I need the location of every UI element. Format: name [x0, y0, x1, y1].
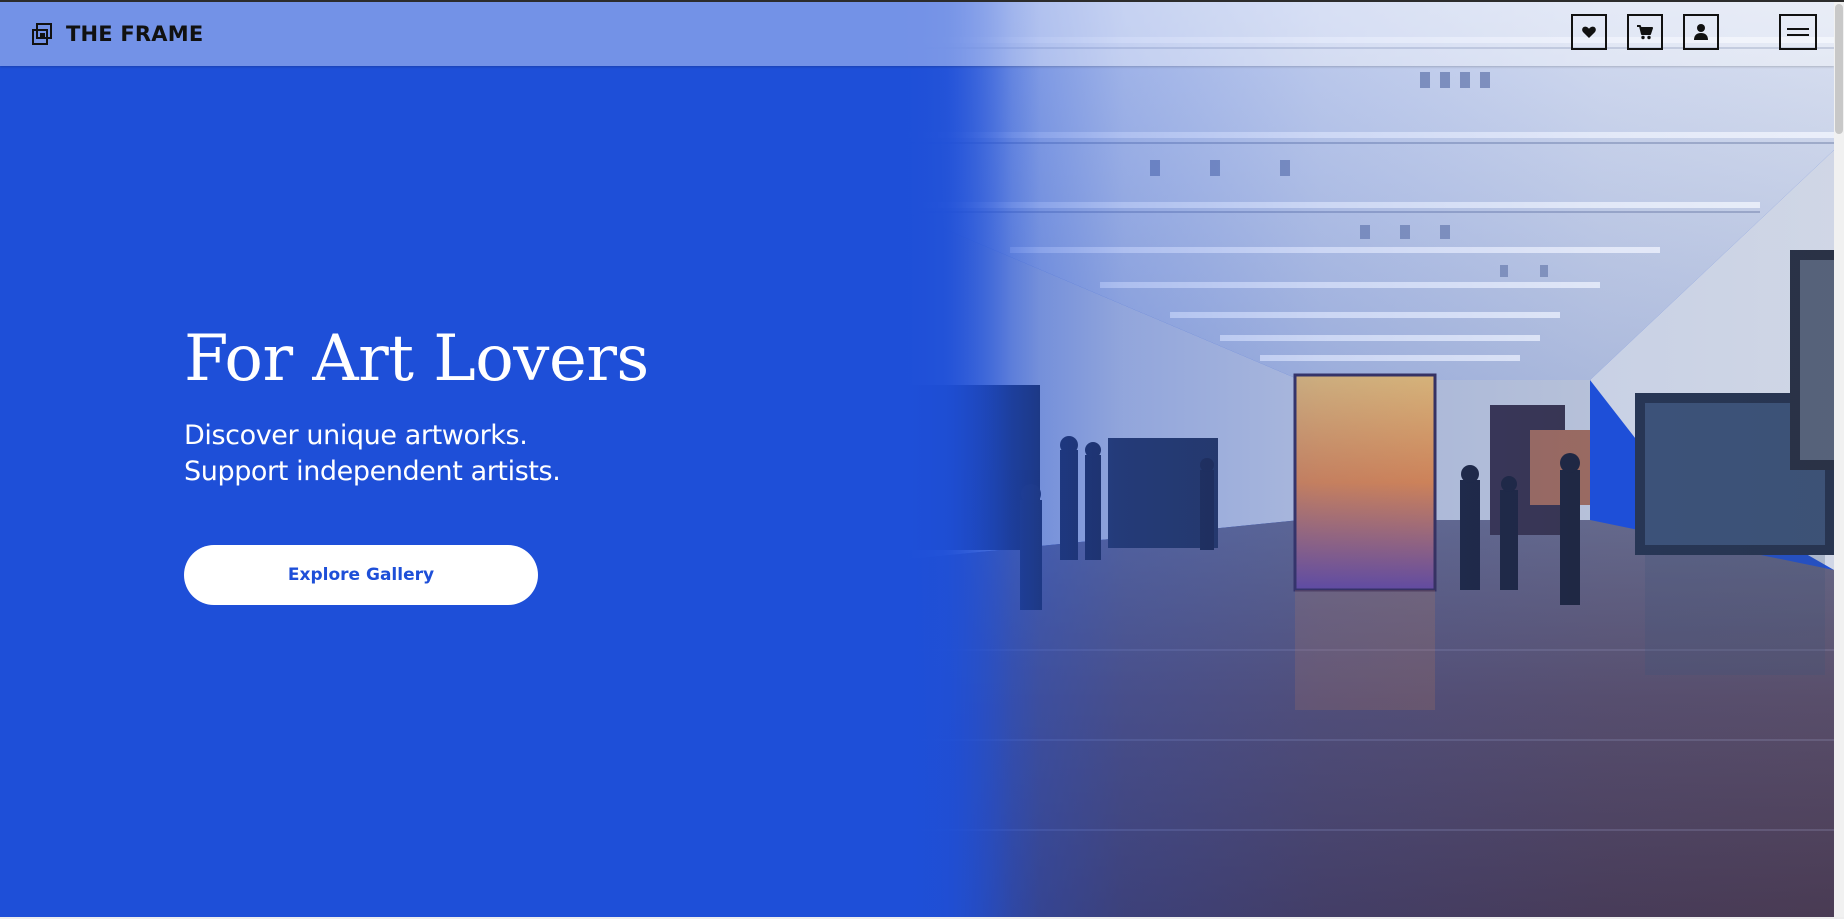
- hamburger-menu-icon: [1787, 26, 1809, 38]
- hero-section: For Art Lovers Discover unique artworks.…: [0, 0, 1834, 917]
- hero-subtitle-line-2: Support independent artists.: [184, 456, 561, 487]
- account-button[interactable]: [1683, 14, 1719, 50]
- gallery-photo: [900, 0, 1834, 917]
- site-header: THE FRAME: [0, 2, 1834, 66]
- menu-button[interactable]: [1779, 14, 1817, 50]
- photo-blue-tint: [900, 0, 1834, 917]
- hero-subtitle-line-1: Discover unique artworks.: [184, 420, 528, 451]
- cart-button[interactable]: [1627, 14, 1663, 50]
- explore-gallery-button[interactable]: Explore Gallery: [184, 545, 538, 605]
- hero-copy: For Art Lovers Discover unique artworks.…: [184, 318, 884, 490]
- frame-logo-icon: [30, 21, 56, 47]
- page-viewport: For Art Lovers Discover unique artworks.…: [0, 0, 1834, 917]
- scrollbar-thumb[interactable]: [1835, 4, 1843, 134]
- hero-title: For Art Lovers: [184, 322, 649, 396]
- heart-icon: [1581, 24, 1597, 40]
- cart-icon: [1636, 24, 1654, 40]
- window-top-border: [0, 0, 1844, 2]
- brand[interactable]: THE FRAME: [30, 2, 203, 66]
- user-icon: [1693, 23, 1709, 41]
- brand-name: THE FRAME: [66, 22, 204, 46]
- wishlist-button[interactable]: [1571, 14, 1607, 50]
- photo-fade-edge: [900, 0, 1040, 917]
- hero-subtitle: Discover unique artworks. Support indepe…: [184, 418, 884, 490]
- vertical-scrollbar[interactable]: [1834, 0, 1844, 919]
